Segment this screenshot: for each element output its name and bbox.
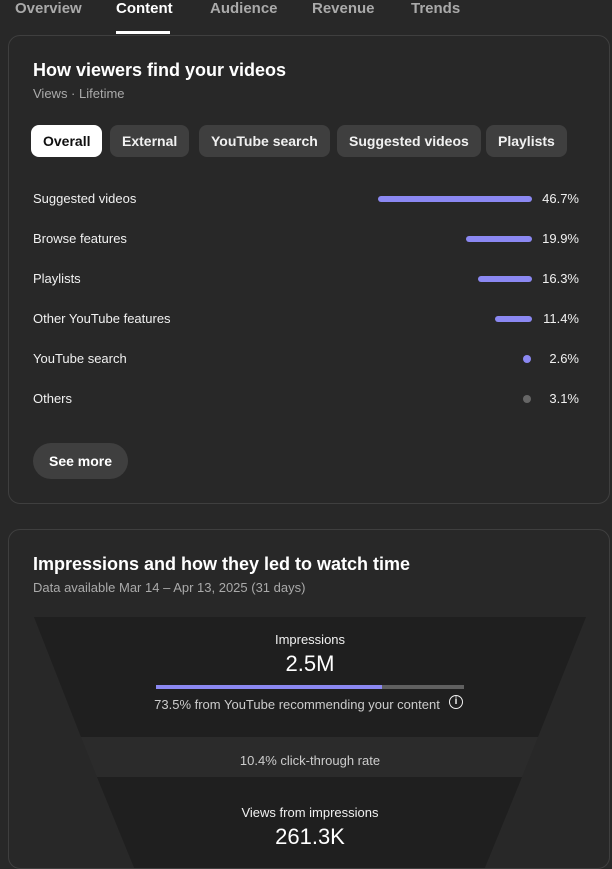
chip-youtube-search[interactable]: YouTube search: [199, 125, 330, 157]
traffic-source-label: Browse features: [33, 231, 127, 246]
info-icon[interactable]: i: [449, 695, 463, 709]
traffic-source-label: Playlists: [33, 271, 81, 286]
traffic-row: Browse features 19.9%: [33, 229, 579, 249]
active-tab-indicator: [116, 31, 170, 34]
tab-content[interactable]: Content: [116, 0, 173, 34]
traffic-source-bar: [523, 355, 531, 363]
traffic-row: Other YouTube features 11.4%: [33, 309, 579, 329]
traffic-source-bar: [495, 316, 532, 322]
chip-playlists[interactable]: Playlists: [486, 125, 567, 157]
funnel-views-segment: [97, 777, 522, 868]
traffic-source-percent: 46.7%: [542, 191, 579, 206]
impressions-funnel-card: Impressions and how they led to watch ti…: [8, 529, 610, 869]
traffic-source-bar: [478, 276, 532, 282]
chip-suggested-videos[interactable]: Suggested videos: [337, 125, 481, 157]
impressions-label: Impressions: [274, 632, 346, 647]
recommendation-share-fill: [156, 685, 383, 689]
traffic-source-bar: [378, 196, 532, 202]
traffic-row: Suggested videos 46.7%: [33, 189, 579, 209]
traffic-source-label: YouTube search: [33, 351, 127, 366]
traffic-source-label: Suggested videos: [33, 191, 137, 206]
tab-trends[interactable]: Trends: [411, 0, 460, 34]
traffic-source-bar: [466, 236, 532, 242]
traffic-row: Playlists 16.3%: [33, 269, 579, 289]
recommendation-share-text: 73.5% from YouTube recommending your con…: [154, 697, 440, 712]
traffic-source-label: Others: [33, 391, 73, 406]
recommendation-share-bar: [156, 685, 464, 689]
traffic-source-bar: [523, 395, 531, 403]
traffic-row: YouTube search 2.6%: [33, 349, 579, 369]
views-from-impressions-value: 261.3K: [275, 824, 345, 849]
chip-external[interactable]: External: [110, 125, 190, 157]
click-through-rate: 10.4% click-through rate: [239, 753, 381, 768]
see-more-button[interactable]: See more: [33, 443, 129, 479]
card-title: How viewers find your videos: [33, 60, 287, 80]
traffic-row: Others 3.1%: [33, 389, 579, 409]
tab-audience[interactable]: Audience: [210, 0, 278, 34]
traffic-source-percent: 2.6%: [549, 351, 579, 366]
traffic-sources-card: How viewers find your videos Views · Lif…: [8, 35, 610, 504]
traffic-source-label: Other YouTube features: [33, 311, 171, 326]
traffic-source-percent: 19.9%: [542, 231, 579, 246]
traffic-source-percent: 11.4%: [543, 311, 579, 326]
card-subtitle: Views · Lifetime: [33, 86, 125, 101]
traffic-source-percent: 3.1%: [549, 391, 579, 406]
chip-overall[interactable]: Overall: [31, 125, 103, 157]
tab-overview[interactable]: Overview: [15, 0, 82, 34]
traffic-source-percent: 16.3%: [542, 271, 579, 286]
tab-revenue[interactable]: Revenue: [312, 0, 375, 34]
views-from-impressions-label: Views from impressions: [241, 805, 379, 820]
top-tabs: Overview Content Audience Revenue Trends: [0, 0, 612, 34]
impressions-value: 2.5M: [285, 651, 335, 676]
